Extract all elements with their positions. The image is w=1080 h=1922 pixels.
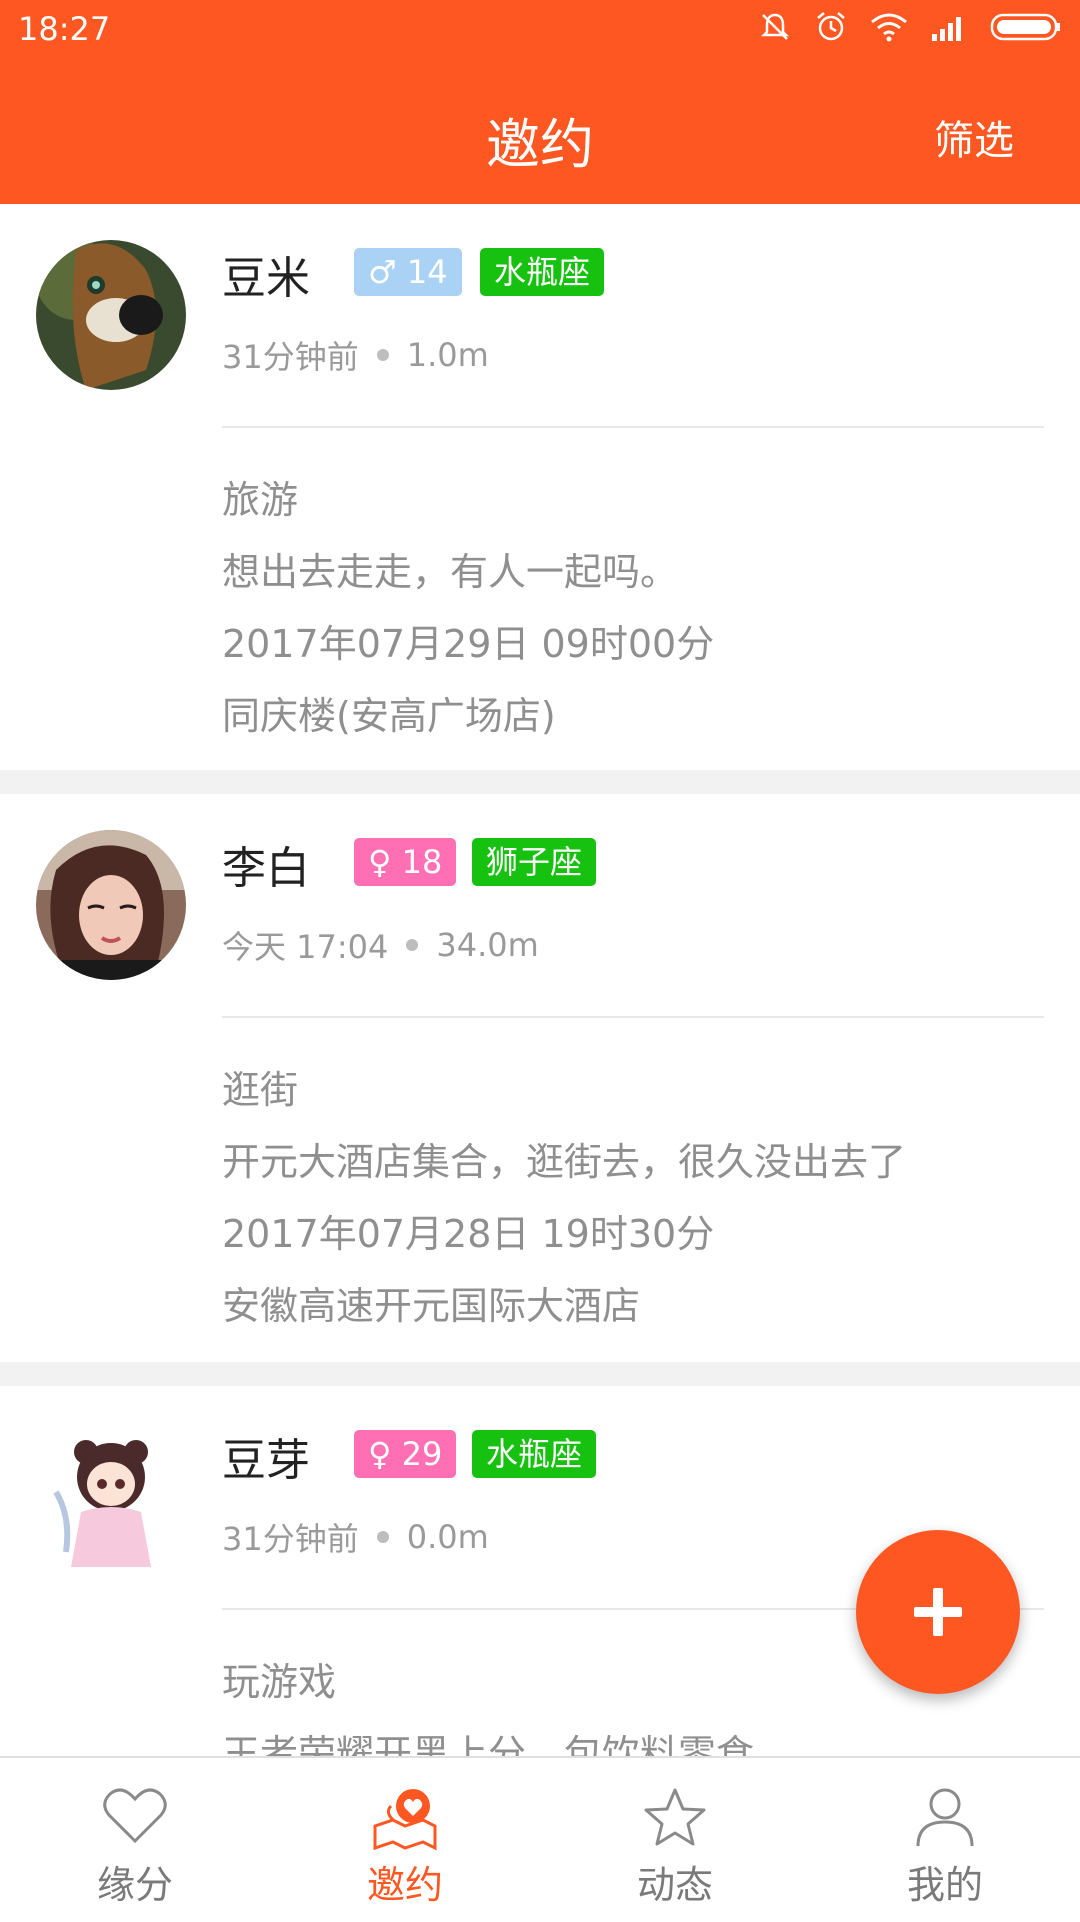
post-datetime: 2017年07月29日 09时00分 <box>222 622 715 666</box>
post-distance: 0.0m <box>406 1518 489 1556</box>
heart-icon <box>103 1788 167 1844</box>
user-name: 李白 <box>222 843 310 894</box>
separator-dot <box>406 939 419 951</box>
post-description: 王者荣耀开黑上分，包饮料零食 <box>222 1732 755 1756</box>
tab-label: 我的 <box>906 1863 983 1907</box>
age-value: 14 <box>406 253 448 291</box>
post-description: 开元大酒店集合，逛街去，很久没出去了 <box>222 1140 907 1184</box>
add-invitation-button[interactable] <box>856 1530 1020 1694</box>
status-bar: 18:27 <box>0 0 1080 60</box>
invitation-card[interactable]: 豆米 ♂ 14 水瓶座 31分钟前 1.0m 旅游 想出去走走，有人一起吗。 2… <box>0 204 1080 770</box>
separator-dot <box>376 1531 389 1543</box>
zodiac-badge: 水瓶座 <box>472 1430 597 1478</box>
plus-icon <box>914 1588 962 1636</box>
tab-invite[interactable]: 邀约 <box>270 1758 540 1922</box>
tab-label: 动态 <box>636 1863 713 1907</box>
invitation-card[interactable]: 李白 ♀ 18 狮子座 今天 17:04 34.0m 逛街 开元大酒店集合，逛街… <box>0 794 1080 1362</box>
date-map-icon <box>373 1789 437 1851</box>
avatar-image <box>36 830 186 980</box>
post-location: 同庆楼(安高广场店) <box>222 694 556 738</box>
post-meta: 今天 17:04 34.0m <box>222 922 539 968</box>
avatar[interactable] <box>36 1422 186 1572</box>
invitation-feed[interactable]: 豆米 ♂ 14 水瓶座 31分钟前 1.0m 旅游 想出去走走，有人一起吗。 2… <box>0 204 1080 1756</box>
person-icon <box>916 1788 974 1847</box>
age-value: 29 <box>401 1435 443 1473</box>
filter-button[interactable]: 筛选 <box>934 108 1014 166</box>
tab-label: 缘分 <box>96 1863 173 1907</box>
tab-me[interactable]: 我的 <box>810 1758 1080 1922</box>
post-meta: 31分钟前 0.0m <box>222 1514 489 1560</box>
wifi-icon <box>871 13 907 42</box>
post-distance: 1.0m <box>406 336 489 374</box>
age-value: 18 <box>401 843 443 881</box>
post-time: 今天 17:04 <box>222 928 389 966</box>
post-datetime: 2017年07月28日 19时30分 <box>222 1212 715 1256</box>
tab-fate[interactable]: 缘分 <box>0 1758 270 1922</box>
battery-icon <box>990 13 1060 41</box>
avatar[interactable] <box>36 830 186 980</box>
mute-icon <box>760 13 790 40</box>
page-title: 邀约 <box>486 113 594 176</box>
post-category: 逛街 <box>222 1068 299 1112</box>
avatar-image <box>36 240 186 390</box>
post-details: 逛街 开元大酒店集合，逛街去，很久没出去了 2017年07月28日 19时30分… <box>222 1054 906 1342</box>
post-distance: 34.0m <box>436 926 539 964</box>
zodiac-badge: 狮子座 <box>472 838 597 886</box>
post-description: 想出去走走，有人一起吗。 <box>222 550 679 594</box>
female-icon: ♀ <box>368 843 392 881</box>
post-meta: 31分钟前 1.0m <box>222 332 489 378</box>
app-bar: 邀约 筛选 <box>0 60 1080 204</box>
post-time: 31分钟前 <box>222 338 359 376</box>
divider <box>222 426 1044 428</box>
tab-moments[interactable]: 动态 <box>540 1758 810 1922</box>
gender-age-badge: ♀ 29 <box>354 1430 457 1478</box>
signal-icon <box>932 17 961 41</box>
alarm-icon <box>817 12 845 41</box>
post-details: 旅游 想出去走走，有人一起吗。 2017年07月29日 09时00分 同庆楼(安… <box>222 464 714 752</box>
divider <box>222 1016 1044 1018</box>
user-name: 豆米 <box>222 253 310 304</box>
post-details: 玩游戏 王者荣耀开黑上分，包饮料零食 <box>222 1646 754 1756</box>
status-time: 18:27 <box>18 10 111 48</box>
avatar[interactable] <box>36 240 186 390</box>
post-category: 玩游戏 <box>222 1660 337 1704</box>
post-time: 31分钟前 <box>222 1520 359 1558</box>
tab-label: 邀约 <box>366 1863 443 1907</box>
male-icon: ♂ <box>368 253 397 291</box>
star-icon <box>644 1788 706 1846</box>
female-icon: ♀ <box>368 1435 392 1473</box>
zodiac-badge: 水瓶座 <box>480 248 605 296</box>
post-location: 安徽高速开元国际大酒店 <box>222 1284 641 1328</box>
separator-dot <box>376 349 389 361</box>
gender-age-badge: ♂ 14 <box>354 248 462 296</box>
avatar-image <box>36 1422 186 1572</box>
bottom-tab-bar: 缘分 邀约 动态 我的 <box>0 1756 1080 1922</box>
status-icons <box>758 10 1062 44</box>
post-category: 旅游 <box>222 478 299 522</box>
user-name: 豆芽 <box>222 1435 310 1486</box>
gender-age-badge: ♀ 18 <box>354 838 457 886</box>
